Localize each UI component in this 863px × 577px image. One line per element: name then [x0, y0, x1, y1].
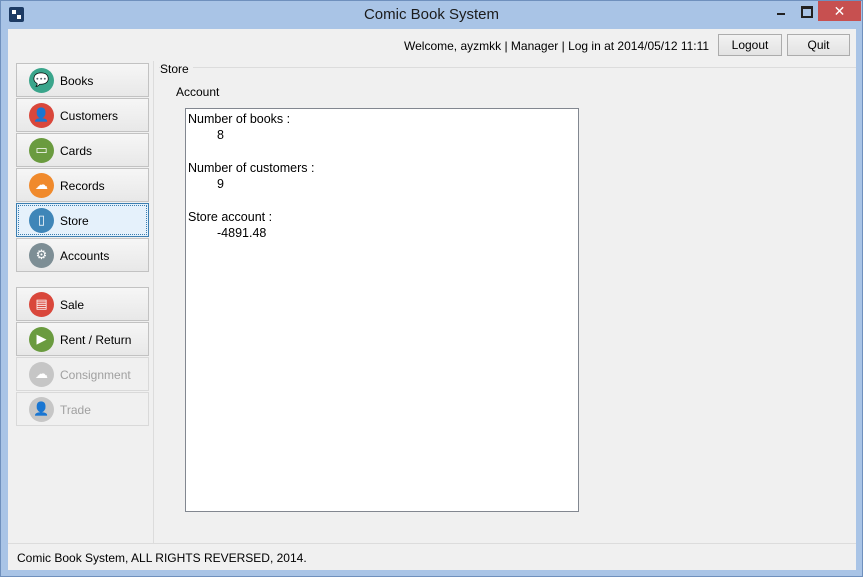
sidebar-item-consignment: ☁ Consignment [16, 357, 149, 391]
sidebar-item-label: Store [60, 214, 89, 228]
sidebar-item-label: Rent / Return [60, 333, 132, 347]
phone-icon: ▯ [29, 208, 54, 233]
welcome-text: Welcome, ayzmkk | Manager | Log in at 20… [404, 39, 710, 53]
stat-label: Number of books : [188, 112, 291, 126]
maximize-button[interactable] [793, 1, 819, 21]
group-divider [159, 67, 856, 68]
user-icon: 👤 [29, 397, 54, 422]
stat-value: 9 [217, 177, 224, 191]
stat-label: Number of customers : [188, 161, 315, 175]
monitor-icon: ▭ [29, 138, 54, 163]
sidebar-item-cards[interactable]: ▭ Cards [16, 133, 149, 167]
title-bar[interactable]: Comic Book System ✕ [1, 1, 862, 29]
minimize-button[interactable] [768, 1, 794, 21]
window-title: Comic Book System [363, 6, 500, 23]
sidebar-item-books[interactable]: 💬 Books [16, 63, 149, 97]
sidebar-item-label: Accounts [60, 249, 110, 263]
group-title: Store [160, 62, 193, 76]
account-textbox[interactable]: Number of books : 8 Number of customers … [185, 108, 579, 512]
sidebar-item-trade: 👤 Trade [16, 392, 149, 426]
client-area: Welcome, ayzmkk | Manager | Log in at 20… [8, 29, 856, 570]
video-camera-icon: ▶ [29, 327, 54, 352]
sidebar-item-label: Trade [60, 403, 91, 417]
sidebar-item-label: Customers [60, 109, 119, 123]
sidebar-item-label: Consignment [60, 368, 131, 382]
user-icon: 👤 [29, 103, 54, 128]
document-icon: ▤ [29, 292, 54, 317]
sidebar-item-label: Books [60, 74, 94, 88]
close-icon: ✕ [833, 3, 846, 19]
sidebar-item-label: Sale [60, 298, 85, 312]
sidebar-item-label: Records [60, 179, 105, 193]
account-label: Account [176, 85, 220, 99]
cloud-icon: ☁ [29, 362, 54, 387]
sidebar-item-label: Cards [60, 144, 93, 158]
gear-icon: ⚙ [29, 243, 54, 268]
main-panel: Store Account Number of books : 8 Number… [155, 61, 856, 543]
sidebar-item-store[interactable]: ▯ Store [16, 203, 149, 237]
header-bar: Welcome, ayzmkk | Manager | Log in at 20… [8, 29, 856, 61]
sidebar-item-accounts[interactable]: ⚙ Accounts [16, 238, 149, 272]
cloud-icon: ☁ [29, 173, 54, 198]
status-bar: Comic Book System, ALL RIGHTS REVERSED, … [8, 543, 856, 570]
sidebar-item-sale[interactable]: ▤ Sale [16, 287, 149, 321]
quit-button[interactable]: Quit [787, 34, 850, 56]
close-button[interactable]: ✕ [818, 1, 861, 21]
sidebar: 💬 Books 👤 Customers ▭ Cards ☁ Records ▯ … [8, 61, 154, 543]
sidebar-item-customers[interactable]: 👤 Customers [16, 98, 149, 132]
stat-label: Store account : [188, 210, 273, 224]
status-text: Comic Book System, ALL RIGHTS REVERSED, … [17, 551, 307, 565]
stat-value: 8 [217, 128, 224, 142]
stat-value: -4891.48 [217, 226, 267, 240]
app-window: Comic Book System ✕ Welcome, ayzmkk | Ma… [0, 0, 863, 577]
logout-button[interactable]: Logout [718, 34, 782, 56]
sidebar-item-rent-return[interactable]: ▶ Rent / Return [16, 322, 149, 356]
chat-bubble-icon: 💬 [29, 68, 54, 93]
sidebar-item-records[interactable]: ☁ Records [16, 168, 149, 202]
